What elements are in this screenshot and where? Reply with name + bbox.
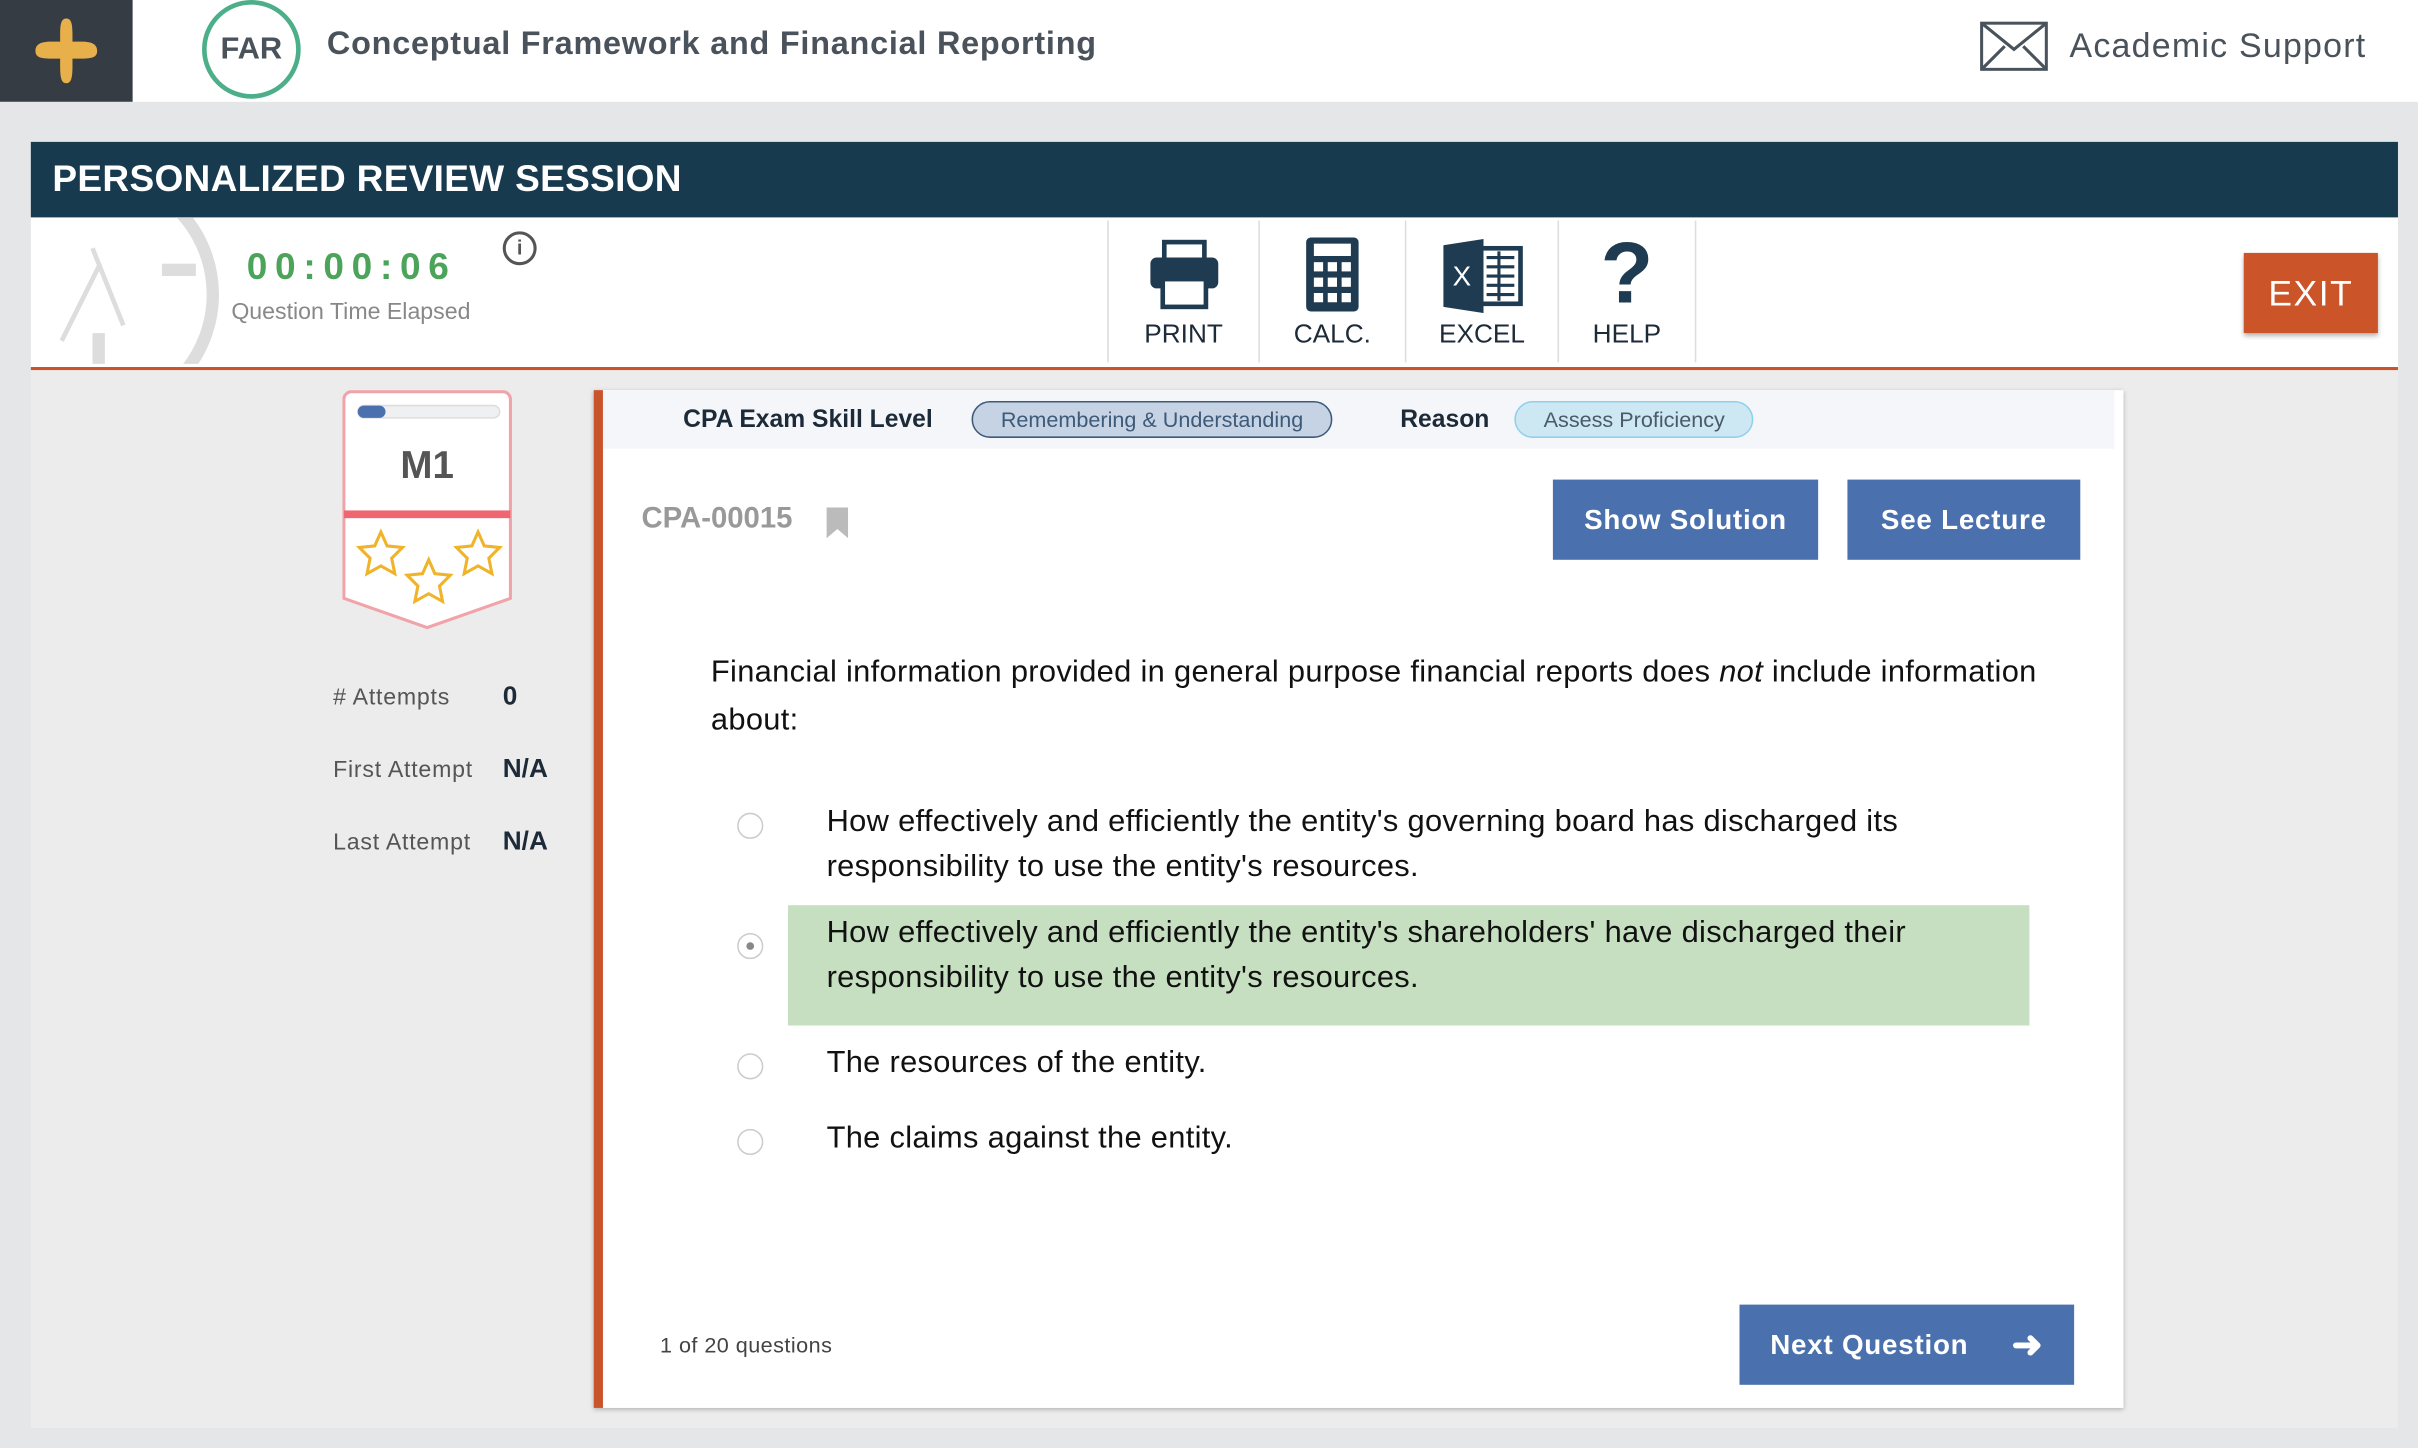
printer-icon: [1149, 239, 1218, 310]
svg-text:X: X: [1453, 260, 1472, 291]
academic-support-link[interactable]: Academic Support: [1980, 21, 2367, 71]
attempts-value: 0: [502, 681, 518, 711]
plus-logo-icon: [35, 18, 98, 84]
excel-label: EXCEL: [1438, 319, 1525, 349]
app-logo[interactable]: [0, 0, 133, 102]
first-attempt-label: First Attempt: [333, 757, 473, 784]
option-radio-3[interactable]: [737, 1053, 764, 1080]
academic-support-label: Academic Support: [2069, 26, 2367, 65]
last-attempt-label: Last Attempt: [333, 829, 471, 856]
module-badge: M1: [342, 390, 512, 630]
answer-option-selected[interactable]: How effectively and efficiently the enti…: [788, 905, 2030, 1026]
answer-option[interactable]: The resources of the entity.: [788, 1035, 2029, 1092]
print-button[interactable]: PRINT: [1107, 220, 1258, 363]
module-shield-icon: [342, 390, 512, 630]
course-badge: FAR: [202, 0, 301, 99]
clock-icon: [59, 217, 219, 364]
first-attempt-value: N/A: [502, 754, 548, 784]
attempts-label: # Attempts: [333, 684, 451, 711]
envelope-icon: [1980, 21, 2048, 71]
see-lecture-button[interactable]: See Lecture: [1847, 479, 2081, 560]
timer-label: Question Time Elapsed: [231, 299, 471, 326]
module-name: M1: [400, 444, 454, 488]
bookmark-icon[interactable]: [826, 507, 849, 539]
question-id: CPA-00015: [641, 502, 793, 536]
calculator-icon: [1306, 237, 1359, 312]
reason-label: Reason: [1400, 407, 1490, 434]
calculator-button[interactable]: CALC.: [1258, 220, 1404, 363]
answer-option[interactable]: How effectively and efficiently the enti…: [788, 794, 2029, 896]
excel-icon: X: [1443, 239, 1523, 314]
course-title: Conceptual Framework and Financial Repor…: [326, 26, 1097, 62]
exit-button[interactable]: EXIT: [2243, 252, 2378, 334]
question-counter: 1 of 20 questions: [660, 1332, 833, 1358]
last-attempt-value: N/A: [502, 826, 548, 856]
calc-label: CALC.: [1293, 319, 1371, 349]
info-icon[interactable]: i: [502, 231, 537, 266]
skill-level-pill: Remembering & Understanding: [971, 400, 1333, 438]
answer-option[interactable]: The claims against the entity.: [788, 1110, 2029, 1167]
reason-pill: Assess Proficiency: [1514, 400, 1755, 438]
session-title: PERSONALIZED REVIEW SESSION: [30, 141, 2398, 218]
stem-text: Financial information provided in genera…: [710, 655, 1720, 690]
arrow-right-icon: ➜: [2011, 1323, 2044, 1366]
excel-button[interactable]: X EXCEL: [1404, 220, 1558, 363]
timer: 00:00:06: [246, 246, 457, 289]
next-question-button[interactable]: Next Question ➜: [1739, 1304, 2075, 1385]
help-icon: ?: [1600, 223, 1654, 321]
question-stem: Financial information provided in genera…: [711, 649, 2037, 745]
next-question-label: Next Question: [1770, 1328, 1969, 1360]
show-solution-button[interactable]: Show Solution: [1552, 479, 1819, 560]
option-radio-4[interactable]: [737, 1128, 764, 1156]
skill-level-label: CPA Exam Skill Level: [683, 407, 933, 434]
option-radio-2-selected[interactable]: [737, 932, 764, 960]
help-label: HELP: [1592, 319, 1662, 349]
option-radio-1[interactable]: [737, 812, 764, 839]
print-label: PRINT: [1144, 319, 1223, 349]
stem-emphasis: not: [1719, 655, 1764, 690]
help-button[interactable]: ? HELP: [1557, 220, 1697, 363]
